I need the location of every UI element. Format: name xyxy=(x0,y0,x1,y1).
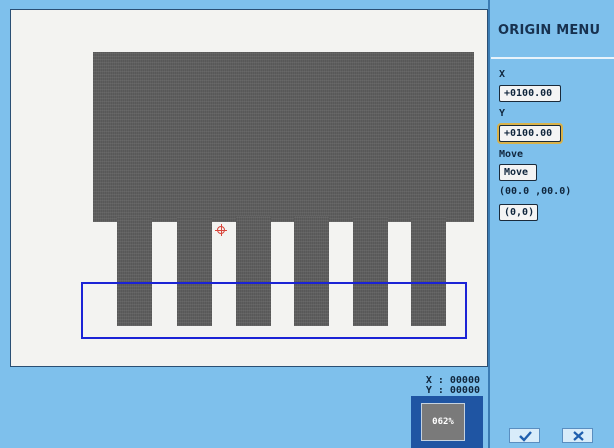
zoom-level-button[interactable]: 062% xyxy=(421,403,465,441)
cancel-button[interactable] xyxy=(562,428,593,443)
checkmark-icon xyxy=(519,431,532,442)
pad-pattern-body xyxy=(93,52,474,222)
position-readout: X : 00000 Y : 00000 xyxy=(420,376,480,396)
panel-separator xyxy=(491,57,614,59)
move-label: Move xyxy=(499,149,524,160)
x-label: X xyxy=(499,69,506,80)
confirm-button[interactable] xyxy=(509,428,540,443)
coordinate-label: (00.0 ,00.0) xyxy=(499,186,572,197)
selection-rectangle[interactable] xyxy=(81,282,467,339)
crosshair-icon[interactable] xyxy=(215,224,227,236)
y-readout: Y : 00000 xyxy=(425,385,480,396)
image-viewport[interactable] xyxy=(10,9,488,367)
reset-origin-button[interactable]: (0,0) xyxy=(499,204,538,221)
y-label: Y xyxy=(499,108,506,119)
panel-title: ORIGIN MENU xyxy=(498,23,601,38)
y-value-field[interactable]: +0100.00 xyxy=(499,125,561,142)
x-value-field[interactable]: +0100.00 xyxy=(499,85,561,102)
move-button[interactable]: Move xyxy=(499,164,537,181)
panel-divider xyxy=(488,0,490,448)
close-icon xyxy=(573,431,584,441)
origin-menu-screen: ORIGIN MENU X +0100.00 Y +0100.00 Move M… xyxy=(0,0,614,448)
